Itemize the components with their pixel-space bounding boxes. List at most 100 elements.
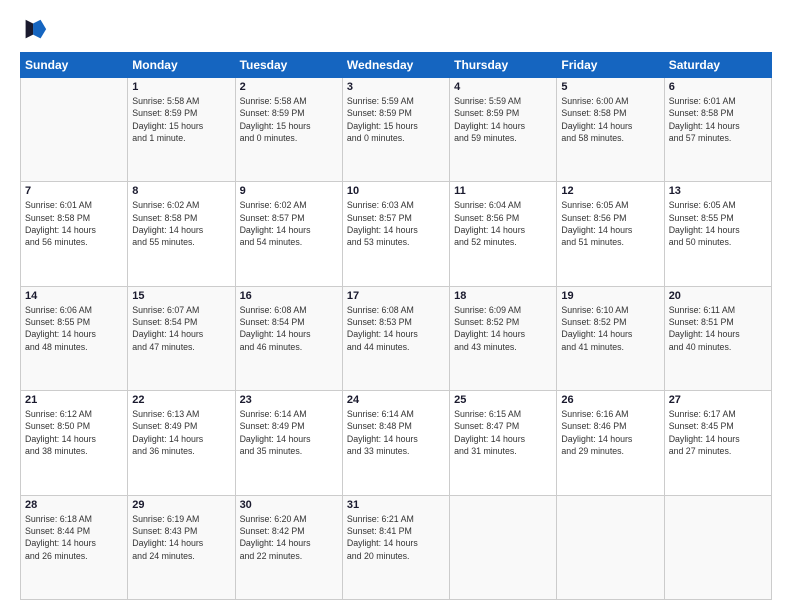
calendar-cell: 20 Sunrise: 6:11 AMSunset: 8:51 PMDayligh… xyxy=(664,286,771,390)
calendar-week-row: 14 Sunrise: 6:06 AMSunset: 8:55 PMDayligh… xyxy=(21,286,772,390)
calendar-cell: 1 Sunrise: 5:58 AMSunset: 8:59 PMDaylight… xyxy=(128,78,235,182)
calendar-cell: 30Sunrise: 6:20 AMSunset: 8:42 PMDayligh… xyxy=(235,495,342,599)
day-info: Sunrise: 6:08 AMSunset: 8:54 PMDaylight:… xyxy=(240,304,338,353)
day-number: 11 xyxy=(454,185,552,197)
weekday-header: Sunday xyxy=(21,53,128,78)
day-number: 5 xyxy=(561,81,659,93)
day-number: 1 xyxy=(132,81,230,93)
day-info: Sunrise: 6:06 AMSunset: 8:55 PMDaylight:… xyxy=(25,304,123,353)
day-number: 7 xyxy=(25,185,123,197)
day-info: Sunrise: 6:19 AMSunset: 8:43 PMDaylight:… xyxy=(132,513,230,562)
calendar-week-row: 1 Sunrise: 5:58 AMSunset: 8:59 PMDaylight… xyxy=(21,78,772,182)
calendar-cell: 28 Sunrise: 6:18 AMSunset: 8:44 PMDayligh… xyxy=(21,495,128,599)
calendar-cell: 3 Sunrise: 5:59 AMSunset: 8:59 PMDaylight… xyxy=(342,78,449,182)
calendar-cell: 4 Sunrise: 5:59 AMSunset: 8:59 PMDaylight… xyxy=(450,78,557,182)
calendar-cell: 18Sunrise: 6:09 AMSunset: 8:52 PMDayligh… xyxy=(450,286,557,390)
calendar-cell: 8 Sunrise: 6:02 AMSunset: 8:58 PMDaylight… xyxy=(128,182,235,286)
calendar-cell: 25Sunrise: 6:15 AMSunset: 8:47 PMDayligh… xyxy=(450,391,557,495)
weekday-header: Friday xyxy=(557,53,664,78)
day-info: Sunrise: 6:11 AMSunset: 8:51 PMDaylight:… xyxy=(669,304,767,353)
calendar-cell: 9 Sunrise: 6:02 AMSunset: 8:57 PMDaylight… xyxy=(235,182,342,286)
day-number: 16 xyxy=(240,290,338,302)
calendar-cell: 29 Sunrise: 6:19 AMSunset: 8:43 PMDayligh… xyxy=(128,495,235,599)
day-number: 2 xyxy=(240,81,338,93)
calendar-cell: 31Sunrise: 6:21 AMSunset: 8:41 PMDayligh… xyxy=(342,495,449,599)
day-number: 29 xyxy=(132,499,230,511)
logo xyxy=(20,16,50,44)
calendar-cell: 12 Sunrise: 6:05 AMSunset: 8:56 PMDayligh… xyxy=(557,182,664,286)
calendar-header: SundayMondayTuesdayWednesdayThursdayFrid… xyxy=(21,53,772,78)
calendar-body: 1 Sunrise: 5:58 AMSunset: 8:59 PMDaylight… xyxy=(21,78,772,600)
day-info: Sunrise: 6:00 AMSunset: 8:58 PMDaylight:… xyxy=(561,95,659,144)
weekday-header: Tuesday xyxy=(235,53,342,78)
day-info: Sunrise: 6:09 AMSunset: 8:52 PMDaylight:… xyxy=(454,304,552,353)
day-info: Sunrise: 6:14 AMSunset: 8:48 PMDaylight:… xyxy=(347,408,445,457)
day-info: Sunrise: 6:01 AMSunset: 8:58 PMDaylight:… xyxy=(669,95,767,144)
day-info: Sunrise: 6:12 AMSunset: 8:50 PMDaylight:… xyxy=(25,408,123,457)
day-info: Sunrise: 6:10 AMSunset: 8:52 PMDaylight:… xyxy=(561,304,659,353)
day-number: 20 xyxy=(669,290,767,302)
day-number: 30 xyxy=(240,499,338,511)
calendar-cell: 13Sunrise: 6:05 AMSunset: 8:55 PMDayligh… xyxy=(664,182,771,286)
day-info: Sunrise: 6:13 AMSunset: 8:49 PMDaylight:… xyxy=(132,408,230,457)
weekday-header: Thursday xyxy=(450,53,557,78)
calendar-cell xyxy=(21,78,128,182)
calendar-cell: 6Sunrise: 6:01 AMSunset: 8:58 PMDaylight… xyxy=(664,78,771,182)
day-number: 8 xyxy=(132,185,230,197)
calendar-table: SundayMondayTuesdayWednesdayThursdayFrid… xyxy=(20,52,772,600)
day-number: 3 xyxy=(347,81,445,93)
day-number: 21 xyxy=(25,394,123,406)
day-info: Sunrise: 5:58 AMSunset: 8:59 PMDaylight:… xyxy=(240,95,338,144)
calendar-cell: 11 Sunrise: 6:04 AMSunset: 8:56 PMDayligh… xyxy=(450,182,557,286)
calendar-cell: 5 Sunrise: 6:00 AMSunset: 8:58 PMDaylight… xyxy=(557,78,664,182)
header xyxy=(20,16,772,44)
day-info: Sunrise: 6:05 AMSunset: 8:56 PMDaylight:… xyxy=(561,199,659,248)
day-info: Sunrise: 6:08 AMSunset: 8:53 PMDaylight:… xyxy=(347,304,445,353)
day-number: 12 xyxy=(561,185,659,197)
day-info: Sunrise: 5:59 AMSunset: 8:59 PMDaylight:… xyxy=(347,95,445,144)
day-info: Sunrise: 6:18 AMSunset: 8:44 PMDaylight:… xyxy=(25,513,123,562)
calendar-cell: 26 Sunrise: 6:16 AMSunset: 8:46 PMDayligh… xyxy=(557,391,664,495)
calendar-week-row: 21 Sunrise: 6:12 AMSunset: 8:50 PMDayligh… xyxy=(21,391,772,495)
page: SundayMondayTuesdayWednesdayThursdayFrid… xyxy=(0,0,792,612)
day-number: 14 xyxy=(25,290,123,302)
day-number: 19 xyxy=(561,290,659,302)
calendar-cell: 10Sunrise: 6:03 AMSunset: 8:57 PMDayligh… xyxy=(342,182,449,286)
calendar-cell: 19 Sunrise: 6:10 AMSunset: 8:52 PMDayligh… xyxy=(557,286,664,390)
calendar-cell: 2 Sunrise: 5:58 AMSunset: 8:59 PMDaylight… xyxy=(235,78,342,182)
day-number: 4 xyxy=(454,81,552,93)
calendar-cell: 24 Sunrise: 6:14 AMSunset: 8:48 PMDayligh… xyxy=(342,391,449,495)
day-info: Sunrise: 6:16 AMSunset: 8:46 PMDaylight:… xyxy=(561,408,659,457)
day-number: 13 xyxy=(669,185,767,197)
day-info: Sunrise: 5:58 AMSunset: 8:59 PMDaylight:… xyxy=(132,95,230,144)
day-number: 31 xyxy=(347,499,445,511)
day-info: Sunrise: 6:02 AMSunset: 8:58 PMDaylight:… xyxy=(132,199,230,248)
day-number: 15 xyxy=(132,290,230,302)
day-number: 22 xyxy=(132,394,230,406)
day-number: 23 xyxy=(240,394,338,406)
day-info: Sunrise: 6:04 AMSunset: 8:56 PMDaylight:… xyxy=(454,199,552,248)
calendar-cell: 23Sunrise: 6:14 AMSunset: 8:49 PMDayligh… xyxy=(235,391,342,495)
calendar-cell: 16 Sunrise: 6:08 AMSunset: 8:54 PMDayligh… xyxy=(235,286,342,390)
calendar-cell: 22 Sunrise: 6:13 AMSunset: 8:49 PMDayligh… xyxy=(128,391,235,495)
weekday-header: Saturday xyxy=(664,53,771,78)
calendar-week-row: 7Sunrise: 6:01 AMSunset: 8:58 PMDaylight… xyxy=(21,182,772,286)
day-number: 24 xyxy=(347,394,445,406)
calendar-cell: 27Sunrise: 6:17 AMSunset: 8:45 PMDayligh… xyxy=(664,391,771,495)
calendar-cell xyxy=(450,495,557,599)
day-number: 9 xyxy=(240,185,338,197)
day-info: Sunrise: 6:02 AMSunset: 8:57 PMDaylight:… xyxy=(240,199,338,248)
day-info: Sunrise: 6:15 AMSunset: 8:47 PMDaylight:… xyxy=(454,408,552,457)
calendar-cell: 7Sunrise: 6:01 AMSunset: 8:58 PMDaylight… xyxy=(21,182,128,286)
day-number: 26 xyxy=(561,394,659,406)
calendar-cell: 17Sunrise: 6:08 AMSunset: 8:53 PMDayligh… xyxy=(342,286,449,390)
day-info: Sunrise: 6:07 AMSunset: 8:54 PMDaylight:… xyxy=(132,304,230,353)
calendar-cell: 15 Sunrise: 6:07 AMSunset: 8:54 PMDayligh… xyxy=(128,286,235,390)
calendar-cell: 21 Sunrise: 6:12 AMSunset: 8:50 PMDayligh… xyxy=(21,391,128,495)
day-number: 28 xyxy=(25,499,123,511)
day-info: Sunrise: 6:03 AMSunset: 8:57 PMDaylight:… xyxy=(347,199,445,248)
logo-icon xyxy=(20,16,48,44)
calendar-cell: 14 Sunrise: 6:06 AMSunset: 8:55 PMDayligh… xyxy=(21,286,128,390)
day-info: Sunrise: 5:59 AMSunset: 8:59 PMDaylight:… xyxy=(454,95,552,144)
calendar-week-row: 28 Sunrise: 6:18 AMSunset: 8:44 PMDayligh… xyxy=(21,495,772,599)
